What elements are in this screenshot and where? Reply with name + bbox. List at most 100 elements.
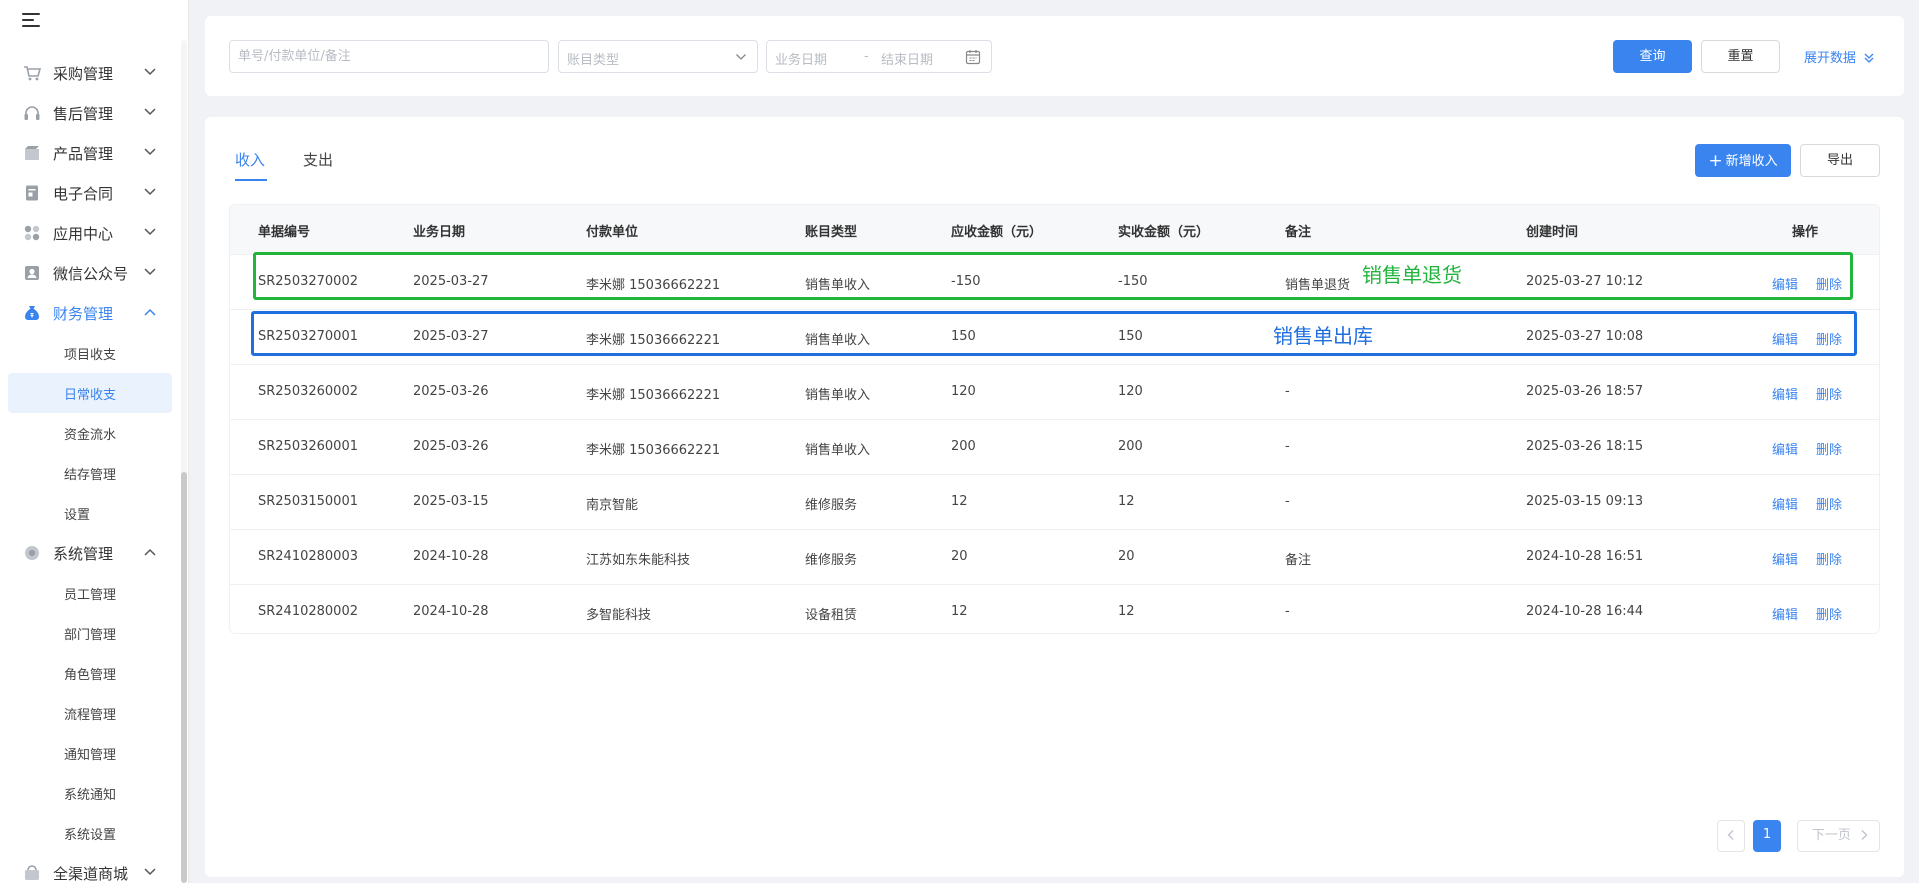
sidebar-item-system-notices[interactable]: 系统通知 — [8, 773, 172, 813]
sidebar-item-daily-income[interactable]: 日常收支 — [8, 373, 172, 413]
menu-group-contract[interactable]: 电子合同 — [0, 173, 181, 213]
sidebar-scrollbar-thumb[interactable] — [181, 472, 187, 883]
delete-link[interactable]: 删除 — [1816, 494, 1842, 513]
income-table: 单据编号 业务日期 付款单位 账目类型 应收金额（元） 实收金额（元） 备注 创… — [229, 204, 1880, 634]
column-header-receivable: 应收金额（元） — [951, 225, 1043, 240]
export-button[interactable]: 导出 — [1800, 144, 1880, 177]
sidebar-item-label: 系统通知 — [64, 788, 117, 803]
next-page-button[interactable]: 下一页 — [1797, 820, 1880, 852]
account-type-select[interactable]: 账目类型 — [558, 40, 758, 73]
sidebar-item-label: 流程管理 — [64, 708, 117, 723]
cell-receivable: 12 — [951, 494, 968, 509]
menu-toggle-icon[interactable] — [22, 11, 42, 29]
date-range-picker[interactable]: 业务日期 - 结束日期 — [766, 40, 992, 73]
cell-receivable: 120 — [951, 384, 976, 399]
chevron-right-icon — [1861, 830, 1868, 840]
menu-group-apps[interactable]: 应用中心 — [0, 213, 181, 253]
menu-group-after-sales[interactable]: 售后管理 — [0, 93, 181, 133]
gear-icon — [25, 546, 39, 560]
cell-created-time: 2025-03-27 10:08 — [1526, 329, 1644, 344]
menu-group-label: 微信公众号 — [53, 265, 129, 283]
sidebar-item-finance-settings[interactable]: 设置 — [8, 493, 172, 533]
sidebar-item-departments[interactable]: 部门管理 — [8, 613, 172, 653]
edit-link[interactable]: 编辑 — [1772, 384, 1798, 403]
chevron-up-icon — [144, 308, 156, 316]
edit-link[interactable]: 编辑 — [1772, 439, 1798, 458]
sidebar-item-workflows[interactable]: 流程管理 — [8, 693, 172, 733]
menu-group-wechat[interactable]: 微信公众号 — [0, 253, 181, 293]
cell-remark: - — [1285, 604, 1290, 619]
sidebar-item-project-income[interactable]: 项目收支 — [8, 333, 172, 373]
cell-account-type: 销售单收入 — [805, 388, 871, 403]
cell-receivable: 200 — [951, 439, 976, 454]
table-row: SR2503260002 2025-03-26 李米娜 15036662221 … — [230, 364, 1879, 419]
cell-remark: - — [1285, 384, 1290, 399]
cell-receivable: 20 — [951, 549, 968, 564]
edit-link[interactable]: 编辑 — [1772, 549, 1798, 568]
calendar-icon — [965, 50, 981, 65]
sidebar: 采购管理 售后管理 产品管理 电子合同 应用中心 微信公众号 财务管理 项目收支… — [0, 0, 189, 883]
contract-icon — [26, 185, 38, 201]
menu-group-label: 售后管理 — [53, 105, 114, 123]
cell-business-date: 2024-10-28 — [413, 604, 489, 619]
sidebar-item-notifications[interactable]: 通知管理 — [8, 733, 172, 773]
menu-group-product[interactable]: 产品管理 — [0, 133, 181, 173]
menu-group-label: 产品管理 — [53, 145, 114, 163]
page-number-current[interactable]: 1 — [1753, 820, 1781, 852]
edit-link[interactable]: 编辑 — [1772, 604, 1798, 623]
apps-icon — [24, 225, 40, 241]
delete-link[interactable]: 删除 — [1816, 274, 1842, 293]
menu-group-label: 应用中心 — [53, 225, 114, 243]
cell-business-date: 2025-03-27 — [413, 274, 489, 289]
cell-number: SR2503150001 — [258, 494, 358, 509]
edit-link[interactable]: 编辑 — [1772, 329, 1798, 348]
box-icon — [25, 146, 39, 160]
tab-expense[interactable]: 支出 — [303, 149, 333, 170]
column-header-received: 实收金额（元） — [1118, 225, 1210, 240]
menu-group-finance[interactable]: 财务管理 — [0, 293, 181, 333]
menu-group-purchase[interactable]: 采购管理 — [0, 53, 181, 93]
column-header-remark: 备注 — [1285, 225, 1312, 240]
sidebar-item-label: 部门管理 — [64, 628, 117, 643]
table-row: SR2503270002 2025-03-27 李米娜 15036662221 … — [230, 254, 1879, 309]
sidebar-item-label: 系统设置 — [64, 828, 117, 843]
tab-income[interactable]: 收入 — [235, 149, 265, 170]
sidebar-item-balance[interactable]: 结存管理 — [8, 453, 172, 493]
chevron-down-icon — [144, 148, 156, 156]
cell-number: SR2410280003 — [258, 549, 358, 564]
query-button[interactable]: 查询 — [1613, 40, 1692, 73]
start-date-placeholder[interactable]: 业务日期 — [775, 49, 827, 68]
delete-link[interactable]: 删除 — [1816, 549, 1842, 568]
column-header-created-time: 创建时间 — [1526, 225, 1579, 240]
cell-receivable: -150 — [951, 274, 981, 289]
delete-link[interactable]: 删除 — [1816, 439, 1842, 458]
keyword-search-input[interactable] — [230, 41, 548, 72]
sidebar-item-roles[interactable]: 角色管理 — [8, 653, 172, 693]
table-row: SR2503150001 2025-03-15 南京智能 维修服务 12 12 … — [230, 474, 1879, 529]
keyword-search-field[interactable] — [229, 40, 549, 73]
user-card-icon — [25, 266, 39, 280]
reset-button[interactable]: 重置 — [1701, 40, 1780, 73]
edit-link[interactable]: 编辑 — [1772, 494, 1798, 513]
menu-group-omnichannel-mall[interactable]: 全渠道商城 — [0, 853, 181, 883]
cell-number: SR2503260001 — [258, 439, 358, 454]
add-income-button[interactable]: + 新增收入 — [1695, 144, 1791, 177]
menu-group-label: 财务管理 — [53, 305, 114, 323]
delete-link[interactable]: 删除 — [1816, 384, 1842, 403]
cart-icon — [24, 66, 41, 81]
sidebar-item-system-settings[interactable]: 系统设置 — [8, 813, 172, 853]
edit-link[interactable]: 编辑 — [1772, 274, 1798, 293]
column-header-account-type: 账目类型 — [805, 225, 858, 240]
table-header: 单据编号 业务日期 付款单位 账目类型 应收金额（元） 实收金额（元） 备注 创… — [230, 205, 1879, 254]
sidebar-item-employees[interactable]: 员工管理 — [8, 573, 172, 613]
expand-data-link[interactable]: 展开数据 — [1804, 47, 1874, 66]
end-date-placeholder[interactable]: 结束日期 — [881, 49, 933, 68]
prev-page-button[interactable] — [1717, 820, 1745, 852]
cell-number: SR2503270001 — [258, 329, 358, 344]
delete-link[interactable]: 删除 — [1816, 604, 1842, 623]
chevron-down-icon — [144, 868, 156, 876]
menu-group-system[interactable]: 系统管理 — [0, 533, 181, 573]
sidebar-item-cash-flow[interactable]: 资金流水 — [8, 413, 172, 453]
filter-bar: 账目类型 业务日期 - 结束日期 查询 重置 展开数据 — [205, 16, 1904, 96]
delete-link[interactable]: 删除 — [1816, 329, 1842, 348]
